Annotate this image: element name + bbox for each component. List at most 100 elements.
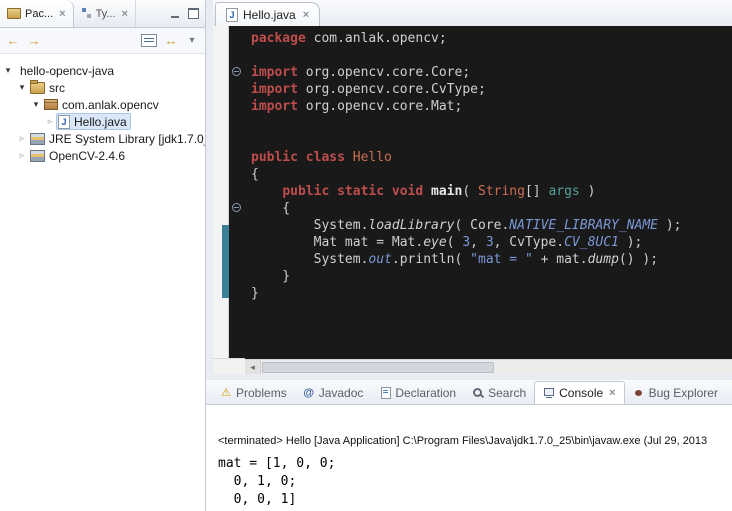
view-tab-label: Pac... bbox=[25, 8, 53, 20]
expander-expanded-icon[interactable]: ▾ bbox=[30, 99, 42, 110]
console-tab-bug[interactable]: Bug bbox=[726, 382, 732, 404]
tree-item-body: src bbox=[28, 79, 69, 96]
horizontal-scrollbar[interactable]: ◂ bbox=[245, 359, 732, 374]
declaration-icon bbox=[379, 387, 391, 399]
view-window-buttons bbox=[170, 0, 205, 27]
console-output[interactable]: mat = [1, 0, 0; 0, 1, 0; 0, 0, 1] bbox=[218, 455, 732, 509]
code-line[interactable]: import org.opencv.core.Mat; bbox=[251, 98, 732, 115]
code-line[interactable]: import org.opencv.core.CvType; bbox=[251, 81, 732, 98]
console-tab-javadoc[interactable]: @Javadoc bbox=[295, 382, 372, 404]
view-tab-pac[interactable]: Pac... × bbox=[0, 0, 74, 27]
src-folder-icon bbox=[30, 82, 45, 94]
code-line[interactable]: System.loadLibrary( Core.NATIVE_LIBRARY_… bbox=[251, 217, 732, 234]
tree-item-label: OpenCV-2.4.6 bbox=[45, 149, 125, 163]
package-explorer-panel: Pac...×Ty...× ←→↔▾ ▾hello-opencv-java▾sr… bbox=[0, 0, 206, 511]
console-tabbar: ⚠Problems@Javadoc Declaration Search Consol… bbox=[206, 380, 732, 405]
console-tab-bug-explorer[interactable]: Bug Explorer bbox=[625, 382, 726, 404]
fold-collapse-icon[interactable] bbox=[232, 203, 241, 212]
library-icon bbox=[30, 150, 45, 162]
code-line[interactable]: { bbox=[251, 166, 732, 183]
console-output-line: 0, 1, 0; bbox=[218, 473, 732, 491]
code-line[interactable]: } bbox=[251, 268, 732, 285]
tree-item-body: JHello.java bbox=[56, 113, 131, 130]
tree-item-body: com.anlak.opencv bbox=[42, 96, 163, 113]
view-menu-button[interactable]: ▾ bbox=[185, 33, 199, 49]
view-tab-label: Ty... bbox=[96, 8, 116, 20]
console-tab-label: Search bbox=[488, 386, 526, 400]
console-status-line: <terminated> Hello [Java Application] C:… bbox=[218, 435, 732, 447]
close-icon[interactable]: × bbox=[57, 8, 65, 20]
tree-item-com-anlak-opencv[interactable]: ▾com.anlak.opencv bbox=[0, 96, 205, 113]
code-line[interactable]: import org.opencv.core.Core; bbox=[251, 64, 732, 81]
scrollbar-thumb[interactable] bbox=[262, 362, 494, 373]
editor-tabbar: J Hello.java × bbox=[213, 0, 732, 27]
back-button[interactable]: ← bbox=[6, 33, 20, 49]
console-tab-console[interactable]: Console× bbox=[534, 381, 624, 404]
code-line[interactable]: } bbox=[251, 285, 732, 302]
editor-body: package com.anlak.opencv; import org.open… bbox=[213, 26, 732, 359]
close-icon[interactable]: × bbox=[607, 387, 615, 399]
view-tab-ty[interactable]: Ty... × bbox=[74, 0, 136, 27]
console-tab-label: Declaration bbox=[395, 386, 456, 400]
tree-item-label: JRE System Library [jdk1.7.0_25] bbox=[45, 132, 205, 146]
maximize-icon[interactable] bbox=[188, 8, 199, 19]
console-tab-label: Javadoc bbox=[319, 386, 364, 400]
close-icon[interactable]: × bbox=[301, 9, 309, 21]
tree-item-opencv-2-4-6[interactable]: ▹ OpenCV-2.4.6 bbox=[0, 147, 205, 164]
tree-item-jre-system-library-jdk1-7-0-25[interactable]: ▹ JRE System Library [jdk1.7.0_25] bbox=[0, 130, 205, 147]
code-line[interactable] bbox=[251, 132, 732, 149]
tree-item-src[interactable]: ▾ src bbox=[0, 79, 205, 96]
java-file-icon: J bbox=[226, 8, 238, 22]
code-line[interactable] bbox=[251, 115, 732, 132]
left-view-tabbar: Pac... × Ty... × bbox=[0, 0, 205, 28]
fold-collapse-icon[interactable] bbox=[232, 67, 241, 76]
expander-expanded-icon[interactable]: ▾ bbox=[2, 65, 14, 76]
scroll-left-icon[interactable]: ◂ bbox=[245, 360, 261, 374]
link-with-editor-button[interactable]: ↔ bbox=[164, 33, 178, 49]
expander-collapsed-icon[interactable]: ▹ bbox=[16, 150, 28, 161]
tree-item-label: Hello.java bbox=[70, 115, 127, 129]
code-line[interactable]: public static void main( String[] args ) bbox=[251, 183, 732, 200]
bug-icon bbox=[633, 387, 645, 399]
code-line[interactable]: { bbox=[251, 200, 732, 217]
tree-item-body: OpenCV-2.4.6 bbox=[28, 147, 129, 164]
project-tree: ▾hello-opencv-java▾src▾com.anlak.opencv▹… bbox=[0, 54, 205, 511]
console-output-line: mat = [1, 0, 0; bbox=[218, 455, 732, 473]
tree-item-body: hello-opencv-java bbox=[14, 62, 118, 79]
expander-collapsed-icon[interactable]: ▹ bbox=[16, 133, 28, 144]
tree-item-label: src bbox=[45, 81, 65, 95]
editor-tab-hello-java[interactable]: J Hello.java × bbox=[215, 2, 320, 26]
code-line[interactable]: package com.anlak.opencv; bbox=[251, 30, 732, 47]
type-hierarchy-icon bbox=[81, 8, 92, 19]
collapse-all-button[interactable] bbox=[141, 34, 157, 47]
package-icon bbox=[44, 99, 58, 110]
code-line[interactable]: Mat mat = Mat.eye( 3, 3, CvType.CV_8UC1 … bbox=[251, 234, 732, 251]
console-panel: ⚠Problems@Javadoc Declaration Search Consol… bbox=[206, 380, 732, 511]
eclipse-window: Pac...×Ty...× ←→↔▾ ▾hello-opencv-java▾sr… bbox=[0, 0, 732, 511]
left-tabbar-tabs: Pac... × Ty... × bbox=[0, 0, 136, 27]
annotation-ruler[interactable] bbox=[213, 26, 229, 359]
console-tab-declaration[interactable]: Declaration bbox=[371, 382, 464, 404]
console-body: <terminated> Hello [Java Application] C:… bbox=[206, 405, 732, 509]
tree-item-hello-java[interactable]: ▹JHello.java bbox=[0, 113, 205, 130]
editor-area: J Hello.java × package com.anlak.opencv;… bbox=[213, 0, 732, 374]
java-file-icon: J bbox=[58, 115, 70, 129]
close-icon[interactable]: × bbox=[120, 8, 128, 20]
code-area[interactable]: package com.anlak.opencv; import org.open… bbox=[246, 26, 732, 359]
expander-expanded-icon[interactable]: ▾ bbox=[16, 82, 28, 93]
tree-item-body: JRE System Library [jdk1.7.0_25] bbox=[28, 130, 205, 147]
tree-item-hello-opencv-java[interactable]: ▾hello-opencv-java bbox=[0, 62, 205, 79]
minimize-icon[interactable] bbox=[170, 9, 180, 19]
console-tab-search[interactable]: Search bbox=[464, 382, 534, 404]
console-tab-problems[interactable]: ⚠Problems bbox=[212, 382, 295, 404]
code-line[interactable]: System.out.println( "mat = " + mat.dump(… bbox=[251, 251, 732, 268]
search-icon bbox=[472, 387, 484, 399]
code-line[interactable] bbox=[251, 47, 732, 64]
expander-collapsed-icon[interactable]: ▹ bbox=[44, 116, 56, 127]
forward-button[interactable]: → bbox=[27, 33, 41, 49]
fold-column[interactable] bbox=[229, 26, 246, 359]
code-line[interactable]: public class Hello bbox=[251, 149, 732, 166]
range-indicator bbox=[222, 225, 229, 298]
tree-item-label: hello-opencv-java bbox=[16, 64, 114, 78]
package-explorer-icon bbox=[7, 8, 21, 19]
